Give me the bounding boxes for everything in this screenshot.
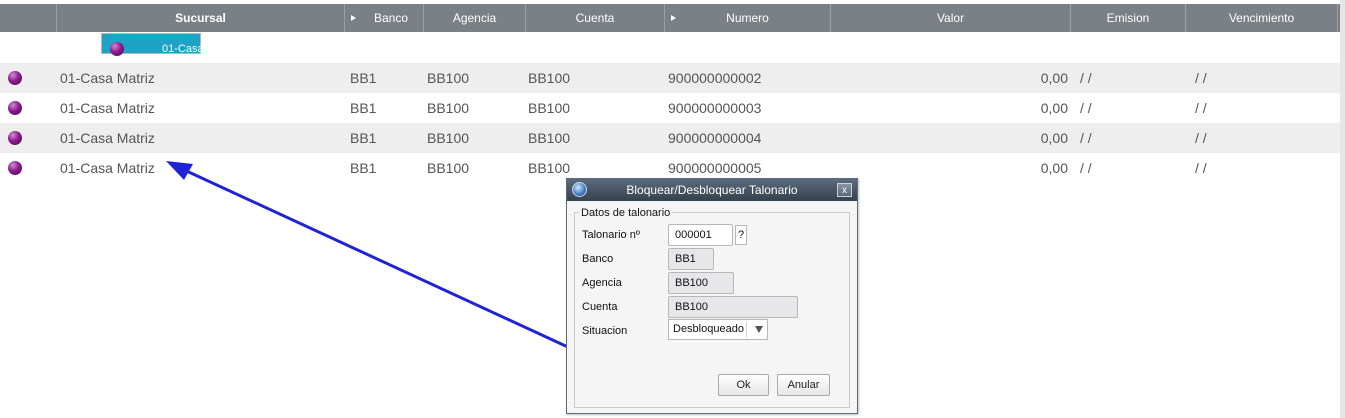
banco-field: BB1 (668, 248, 714, 270)
anular-button[interactable]: Anular (777, 374, 830, 396)
ok-button[interactable]: Ok (718, 374, 769, 396)
dialog-titlebar[interactable]: Bloquear/Desbloquear Talonario x (567, 179, 857, 201)
talonario-label: Talonario nº (582, 229, 640, 241)
situacion-value: Desbloqueado (673, 323, 744, 335)
close-button[interactable]: x (837, 183, 852, 197)
fieldset-legend: Datos de talonario (579, 207, 673, 219)
cuenta-field: BB100 (668, 296, 798, 318)
chevron-down-icon (755, 326, 763, 333)
situacion-label: Situacion (582, 325, 628, 337)
cuenta-label: Cuenta (582, 301, 618, 313)
talonario-input[interactable]: 000001 (668, 224, 733, 246)
situacion-select[interactable]: Desbloqueado (668, 319, 768, 340)
lookup-button[interactable]: ? (735, 225, 747, 245)
dialog-title: Bloquear/Desbloquear Talonario (626, 183, 798, 197)
agencia-field: BB100 (668, 272, 734, 294)
bloquear-talonario-dialog: Bloquear/Desbloquear Talonario x Datos d… (566, 178, 858, 414)
banco-label: Banco (582, 253, 614, 265)
agencia-label: Agencia (582, 277, 622, 289)
